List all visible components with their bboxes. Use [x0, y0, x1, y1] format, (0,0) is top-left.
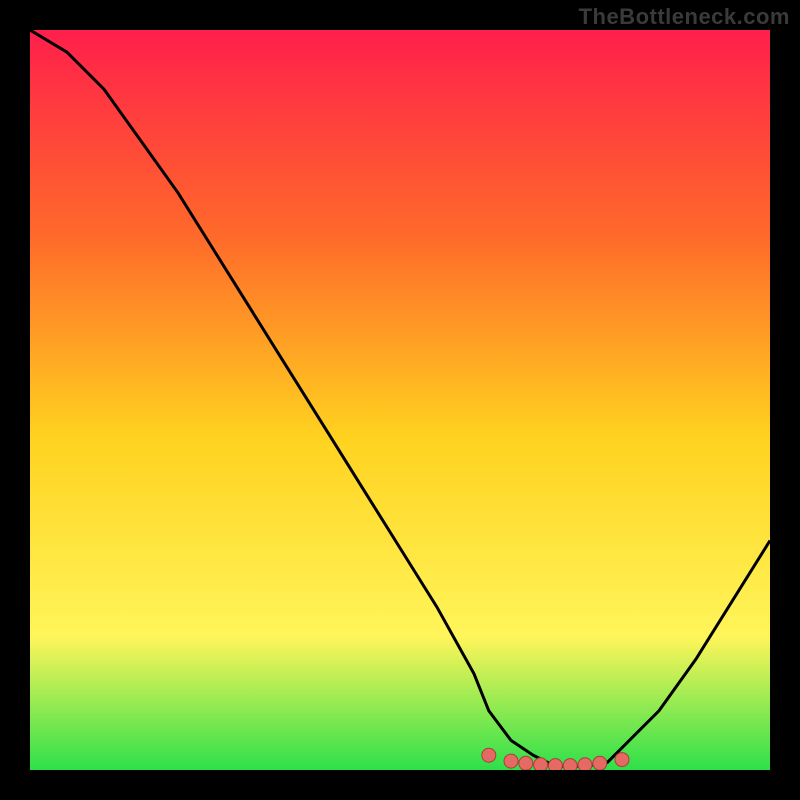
chart-svg [30, 30, 770, 770]
chart-frame: TheBottleneck.com [0, 0, 800, 800]
marker-dot [534, 758, 548, 770]
watermark-text: TheBottleneck.com [579, 4, 790, 30]
marker-dot [578, 758, 592, 770]
marker-dot [482, 748, 496, 762]
marker-dot [519, 756, 533, 770]
plot-area [30, 30, 770, 770]
marker-dot [548, 759, 562, 770]
marker-dot [593, 756, 607, 770]
marker-dot [504, 754, 518, 768]
marker-dot [615, 753, 629, 767]
marker-dot [563, 759, 577, 770]
